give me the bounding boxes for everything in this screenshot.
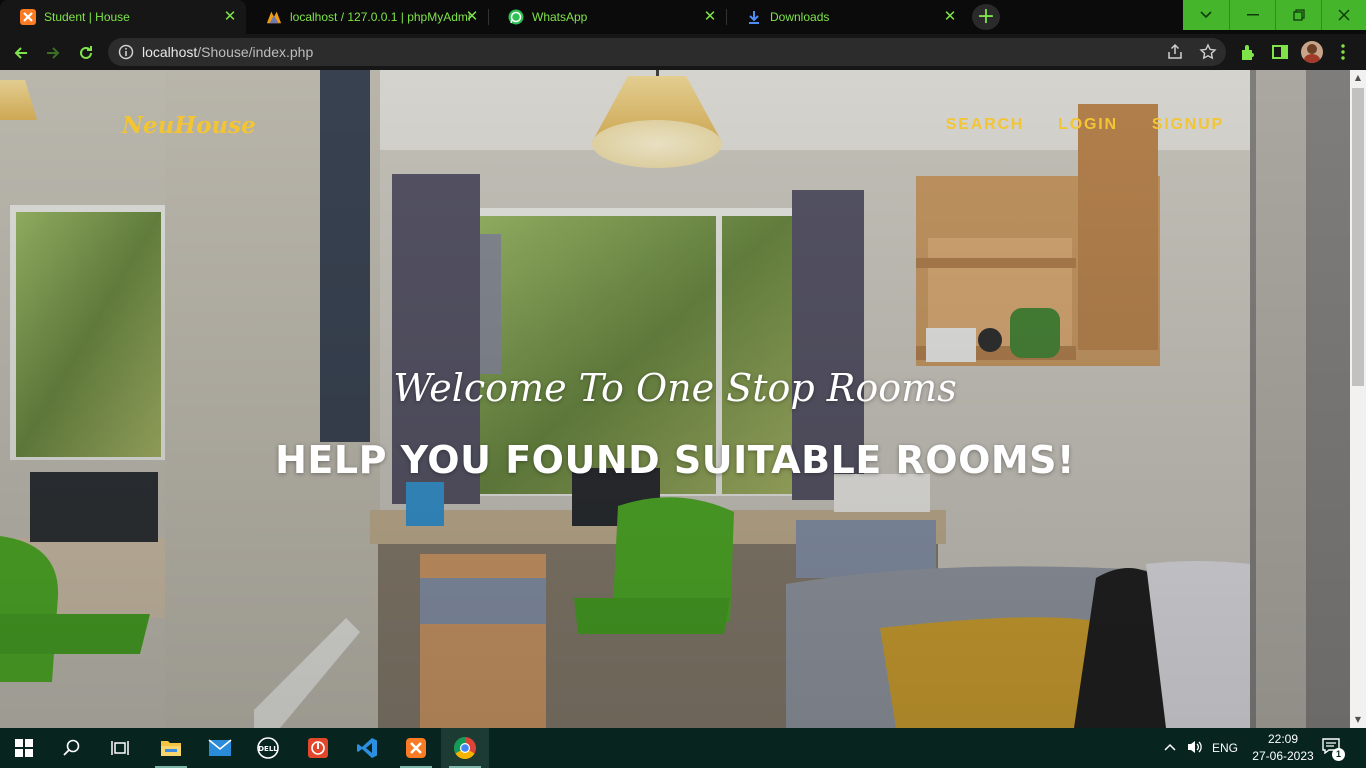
side-panel-icon[interactable] — [1270, 42, 1290, 62]
volume-icon[interactable] — [1186, 739, 1204, 755]
task-view-icon — [111, 741, 129, 755]
tab-title: Student | House — [44, 10, 130, 24]
xampp-icon — [20, 9, 36, 25]
taskbar-search-button[interactable] — [48, 728, 96, 768]
tagline-heading: HELP YOU FOUND SUITABLE ROOMS! — [275, 438, 1075, 482]
bookmark-star-icon[interactable] — [1199, 43, 1217, 61]
close-icon — [1338, 9, 1350, 21]
back-button[interactable] — [8, 40, 34, 66]
tab-downloads[interactable]: Downloads ✕ — [726, 0, 966, 34]
tab-student-house[interactable]: Student | House ✕ — [0, 0, 246, 34]
close-tab-icon[interactable]: ✕ — [464, 9, 480, 25]
search-icon — [63, 739, 80, 756]
address-bar[interactable]: localhost/Shouse/index.php — [108, 38, 1226, 66]
taskbar-xampp[interactable] — [392, 728, 440, 768]
minimize-button[interactable] — [1229, 0, 1275, 30]
page-viewport: NeuHouse SEARCH LOGIN SIGNUP Welcome To … — [0, 70, 1350, 728]
reload-button[interactable] — [73, 40, 99, 66]
clock-date: 27-06-2023 — [1252, 749, 1314, 763]
tab-phpmyadmin[interactable]: localhost / 127.0.0.1 | phpMyAdmin ✕ — [246, 0, 488, 34]
main-nav: SEARCH LOGIN SIGNUP — [946, 116, 1224, 134]
start-button[interactable] — [0, 728, 48, 768]
windows-taskbar: DELL ENG 22:09 27-06-2023 1 — [0, 728, 1366, 768]
notification-center-button[interactable]: 1 — [1322, 738, 1346, 761]
reload-icon — [80, 46, 92, 59]
file-explorer-icon — [161, 741, 181, 756]
tab-search-button[interactable] — [1183, 0, 1229, 30]
svg-text:DELL: DELL — [258, 745, 278, 753]
clock[interactable]: 22:09 27-06-2023 — [1248, 731, 1318, 765]
chevron-down-icon — [1200, 11, 1212, 19]
close-window-button[interactable] — [1321, 0, 1366, 30]
extensions-icon[interactable] — [1238, 42, 1258, 62]
scroll-down-arrow-icon[interactable]: ▼ — [1350, 712, 1366, 728]
arrow-left-icon — [14, 47, 27, 59]
close-tab-icon[interactable]: ✕ — [222, 9, 238, 25]
restore-icon — [1292, 9, 1305, 21]
url-text[interactable]: localhost/Shouse/index.php — [142, 44, 313, 60]
info-icon[interactable] — [118, 44, 134, 60]
url-host: localhost — [142, 44, 198, 60]
profile-avatar[interactable] — [1301, 41, 1323, 63]
vscode-icon — [357, 738, 377, 758]
phpmyadmin-icon — [266, 9, 282, 25]
nav-search-link[interactable]: SEARCH — [946, 116, 1024, 134]
language-indicator[interactable]: ENG — [1212, 741, 1238, 755]
taskbar-dell[interactable]: DELL — [244, 728, 292, 768]
tab-bar: Student | House ✕ localhost / 127.0.0.1 … — [0, 0, 1366, 34]
tab-title: WhatsApp — [532, 10, 588, 24]
whatsapp-icon — [508, 9, 524, 25]
notification-count-badge: 1 — [1332, 748, 1345, 761]
xampp-icon — [406, 738, 426, 758]
show-hidden-icons-chevron-up-icon[interactable] — [1164, 742, 1176, 752]
tab-title: localhost / 127.0.0.1 | phpMyAdmin — [290, 10, 470, 24]
taskbar-file-explorer[interactable] — [147, 728, 195, 768]
forward-button[interactable] — [40, 40, 66, 66]
task-view-button[interactable] — [96, 728, 144, 768]
tab-whatsapp[interactable]: WhatsApp ✕ — [488, 0, 726, 34]
windows-logo-icon — [15, 739, 33, 757]
share-icon[interactable] — [1166, 43, 1184, 61]
scroll-thumb[interactable] — [1352, 88, 1364, 386]
taskbar-recorder[interactable] — [294, 728, 342, 768]
mail-icon — [208, 739, 232, 756]
tab-title: Downloads — [770, 10, 830, 24]
clock-time: 22:09 — [1267, 732, 1299, 746]
restore-button[interactable] — [1275, 0, 1321, 30]
brand-logo[interactable]: NeuHouse — [122, 112, 256, 139]
chrome-icon — [454, 737, 476, 759]
recorder-icon — [308, 738, 328, 758]
welcome-heading: Welcome To One Stop Rooms — [393, 366, 957, 410]
close-tab-icon[interactable]: ✕ — [702, 9, 718, 25]
url-path: /Shouse/index.php — [197, 44, 314, 60]
arrow-right-icon — [47, 47, 60, 59]
nav-signup-link[interactable]: SIGNUP — [1152, 116, 1224, 134]
browser-toolbar: localhost/Shouse/index.php — [0, 34, 1366, 70]
taskbar-mail[interactable] — [196, 728, 244, 768]
close-tab-icon[interactable]: ✕ — [942, 9, 958, 25]
more-menu-icon[interactable] — [1333, 42, 1353, 62]
nav-login-link[interactable]: LOGIN — [1058, 116, 1118, 134]
dell-icon: DELL — [257, 737, 279, 759]
download-icon — [746, 9, 762, 25]
taskbar-chrome[interactable] — [441, 728, 489, 768]
new-tab-button[interactable]: + — [972, 4, 1000, 30]
scroll-up-arrow-icon[interactable]: ▲ — [1350, 70, 1366, 86]
minimize-icon — [1246, 14, 1259, 16]
page-scrollbar[interactable]: ▲ ▼ — [1350, 70, 1366, 728]
taskbar-vscode[interactable] — [343, 728, 391, 768]
